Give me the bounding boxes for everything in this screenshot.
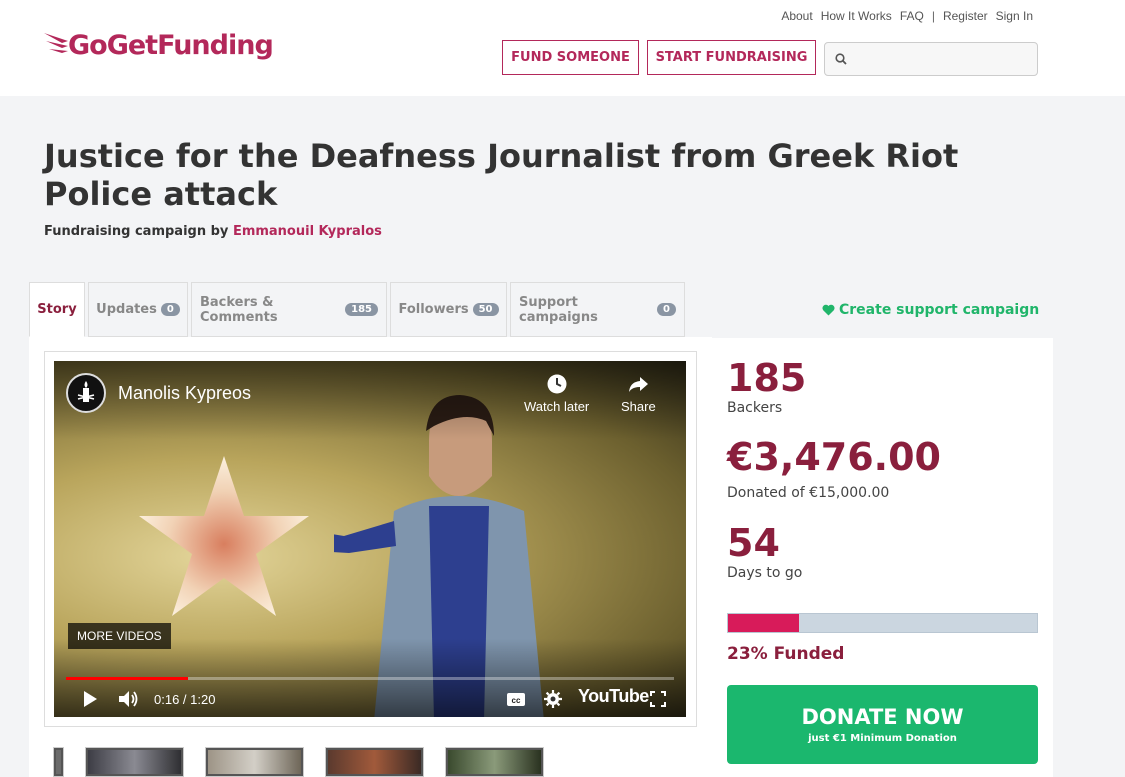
site-header: About How It Works FAQ | Register Sign I… xyxy=(0,0,1125,96)
watch-later-label: Watch later xyxy=(524,399,590,414)
tab-support-campaigns[interactable]: Support campaigns 0 xyxy=(510,282,685,337)
tab-label: Story xyxy=(37,302,77,317)
count-badge: 185 xyxy=(345,303,378,316)
search-icon xyxy=(835,53,847,65)
share-button[interactable]: Share xyxy=(621,373,656,414)
fullscreen-icon[interactable] xyxy=(650,691,666,707)
gallery-thumbnail[interactable] xyxy=(325,747,424,777)
gallery-thumbnail[interactable] xyxy=(53,747,64,777)
tab-story[interactable]: Story xyxy=(29,282,85,337)
faq-link[interactable]: FAQ xyxy=(900,9,924,23)
campaign-title: Justice for the Deafness Journalist from… xyxy=(44,137,959,213)
donate-label: DONATE NOW xyxy=(801,705,964,729)
funding-progress-fill xyxy=(728,614,800,632)
days-label: Days to go xyxy=(727,565,803,581)
play-icon[interactable] xyxy=(82,690,98,708)
count-badge: 0 xyxy=(657,303,676,316)
tab-label: Followers xyxy=(398,302,469,317)
watch-later-button[interactable]: Watch later xyxy=(524,373,589,414)
register-link[interactable]: Register xyxy=(943,9,988,23)
byline: Fundraising campaign by Emmanouil Kypral… xyxy=(44,224,382,239)
share-icon xyxy=(629,377,649,392)
video-controls: 0:16 / 1:20 cc YouTube xyxy=(54,686,686,714)
start-fundraising-button[interactable]: START FUNDRAISING xyxy=(647,40,816,75)
donated-amount: €3,476.00 xyxy=(727,435,941,479)
days-count: 54 xyxy=(727,521,780,565)
volume-icon[interactable] xyxy=(118,690,140,708)
how-it-works-link[interactable]: How It Works xyxy=(821,9,892,23)
tab-label: Updates xyxy=(96,302,157,317)
youtube-logo[interactable]: YouTube xyxy=(578,686,649,707)
count-badge: 0 xyxy=(160,303,180,316)
about-link[interactable]: About xyxy=(781,9,812,23)
separator: | xyxy=(931,9,935,23)
gallery-thumbnail[interactable] xyxy=(445,747,544,777)
video-time: 0:16 / 1:20 xyxy=(154,692,216,707)
tab-label: Support campaigns xyxy=(519,294,598,325)
search-input[interactable] xyxy=(853,51,1023,67)
byline-prefix: Fundraising campaign by xyxy=(44,224,229,239)
gallery-thumbnail[interactable] xyxy=(205,747,304,777)
funded-percent: 23% Funded xyxy=(727,644,845,664)
campaign-tabs: Story Updates 0 Backers & Comments 185 F… xyxy=(29,282,685,337)
settings-icon[interactable] xyxy=(544,690,562,708)
donate-minimum: just €1 Minimum Donation xyxy=(808,733,957,744)
video-player[interactable]: Manolis Kypreos Watch later Share MORE V… xyxy=(54,361,686,717)
fund-someone-button[interactable]: FUND SOMEONE xyxy=(502,40,639,75)
candle-icon xyxy=(77,381,95,402)
video-progress-fill xyxy=(66,677,188,680)
clock-icon xyxy=(547,374,567,394)
sign-in-link[interactable]: Sign In xyxy=(996,9,1033,23)
top-links: About How It Works FAQ | Register Sign I… xyxy=(781,9,1033,23)
donated-label: Donated of €15,000.00 xyxy=(727,485,890,501)
backers-label: Backers xyxy=(727,400,783,416)
share-label: Share xyxy=(621,399,656,414)
donate-now-button[interactable]: DONATE NOW just €1 Minimum Donation xyxy=(727,685,1038,764)
captions-icon[interactable]: cc xyxy=(506,692,526,707)
video-progress-bar[interactable] xyxy=(66,677,674,680)
more-videos-button[interactable]: MORE VIDEOS xyxy=(68,623,171,649)
author-link[interactable]: Emmanouil Kypralos xyxy=(233,224,382,239)
logo-text: GoGetFunding xyxy=(68,30,274,61)
search-box xyxy=(824,42,1038,76)
svg-text:cc: cc xyxy=(512,696,521,705)
create-support-campaign-link[interactable]: Create support campaign xyxy=(822,302,1039,318)
backers-count: 185 xyxy=(727,356,807,400)
gallery-thumbnail[interactable] xyxy=(85,747,184,777)
channel-avatar[interactable] xyxy=(66,373,106,413)
tab-followers[interactable]: Followers 50 xyxy=(390,282,507,337)
tab-updates[interactable]: Updates 0 xyxy=(88,282,188,337)
video-overlay xyxy=(54,361,686,717)
count-badge: 50 xyxy=(472,303,499,316)
support-link-label: Create support campaign xyxy=(839,302,1040,318)
funding-progress-bar xyxy=(727,613,1038,633)
channel-name[interactable]: Manolis Kypreos xyxy=(118,383,251,404)
logo[interactable]: GoGetFunding xyxy=(44,30,274,61)
tab-label: Backers & Comments xyxy=(200,294,278,325)
heart-icon xyxy=(822,304,835,316)
tab-backers-comments[interactable]: Backers & Comments 185 xyxy=(191,282,387,337)
